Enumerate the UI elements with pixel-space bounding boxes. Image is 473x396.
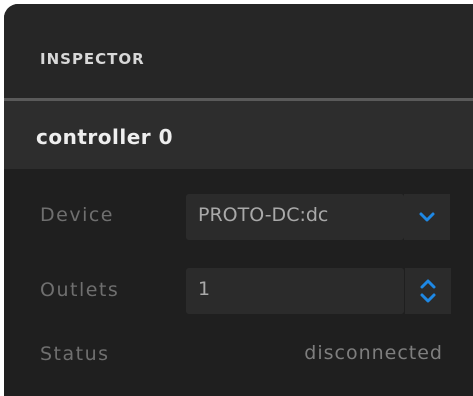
stepper-down-icon [420,293,436,303]
chevron-down-icon [419,212,435,222]
object-name: controller 0 [36,125,174,149]
panel-header: INSPECTOR [4,4,473,98]
stepper-icon [420,279,436,303]
outlets-stepper[interactable] [404,268,451,314]
device-dropdown-button[interactable] [404,194,450,240]
outlets-input[interactable] [186,268,404,314]
device-label: Device [40,204,114,226]
device-value[interactable]: PROTO-DC:dc [198,204,328,226]
status-label: Status [40,343,110,365]
stepper-up-icon [420,279,436,289]
outlets-value[interactable]: 1 [198,278,210,300]
outlets-label: Outlets [40,279,120,301]
panel-title: INSPECTOR [40,50,145,68]
status-value: disconnected [304,342,443,364]
